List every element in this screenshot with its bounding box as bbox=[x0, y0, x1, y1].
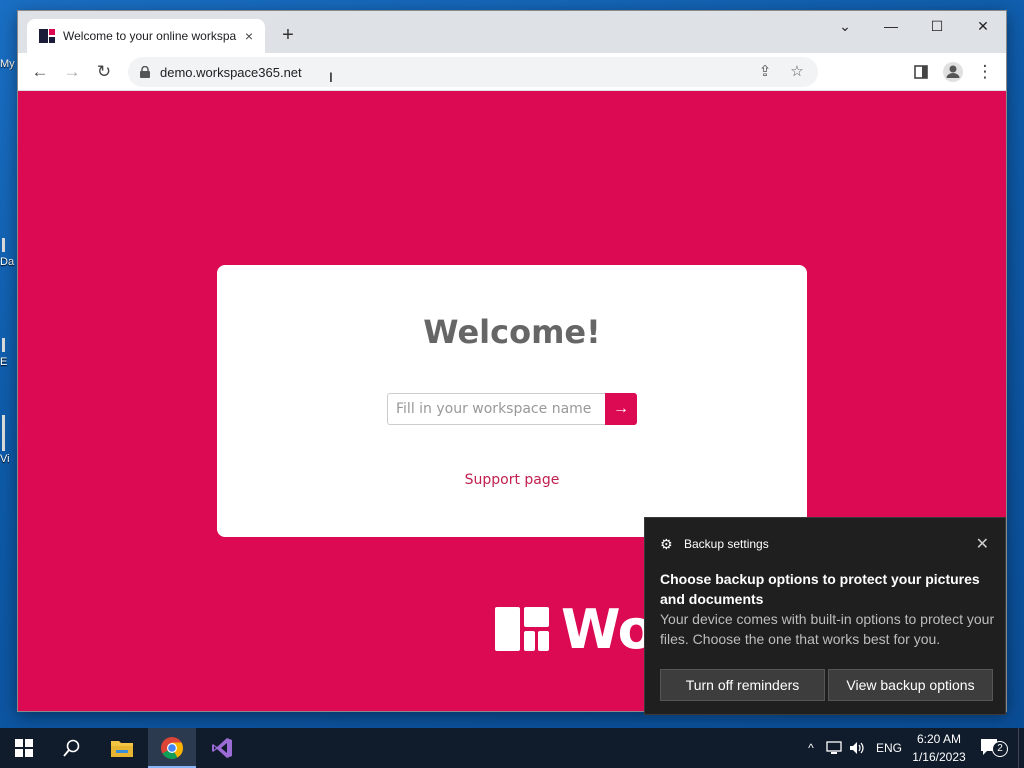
workspace365-logo: Wo bbox=[495, 598, 655, 661]
tab-close-icon[interactable]: × bbox=[241, 28, 257, 44]
notification-count-badge: 2 bbox=[992, 741, 1008, 757]
desktop-icon-label: E bbox=[0, 356, 8, 368]
chevron-up-icon[interactable]: ^ bbox=[803, 728, 819, 768]
desktop-icon-label: Da bbox=[0, 256, 15, 268]
menu-icon[interactable]: ⋮ bbox=[972, 59, 998, 85]
desktop-icon-e[interactable]: E bbox=[0, 338, 18, 368]
lock-icon bbox=[140, 65, 150, 78]
volume-icon[interactable] bbox=[849, 728, 867, 768]
close-window-button[interactable]: ✕ bbox=[960, 11, 1006, 41]
profile-icon[interactable] bbox=[940, 59, 966, 85]
visual-studio-icon[interactable] bbox=[198, 728, 246, 768]
chrome-taskbar-icon[interactable] bbox=[148, 728, 196, 768]
toast-header: ⚙ Backup settings bbox=[660, 537, 769, 551]
forward-button[interactable]: → bbox=[59, 59, 85, 85]
network-icon[interactable] bbox=[826, 728, 844, 768]
gear-icon: ⚙ bbox=[660, 536, 673, 552]
turn-off-reminders-button[interactable]: Turn off reminders bbox=[660, 669, 825, 701]
workspace-favicon-icon bbox=[39, 28, 55, 44]
tab-strip: Welcome to your online workspa × + ⌄ — ☐… bbox=[18, 11, 1006, 53]
logo-text: Wo bbox=[561, 597, 655, 661]
clock-date: 1/16/2023 bbox=[912, 750, 966, 764]
taskbar: ^ ENG 6:20 AM 1/16/2023 2 bbox=[0, 728, 1024, 768]
text-cursor-icon: I bbox=[329, 69, 333, 85]
tab-active[interactable]: Welcome to your online workspa × bbox=[27, 19, 265, 53]
start-button[interactable] bbox=[0, 728, 48, 768]
clock[interactable]: 6:20 AM 1/16/2023 bbox=[908, 730, 970, 766]
star-icon[interactable]: ☆ bbox=[786, 61, 808, 83]
minimize-button[interactable]: — bbox=[868, 11, 914, 41]
desktop-icon-vi[interactable]: Vi bbox=[0, 415, 18, 465]
address-bar[interactable]: demo.workspace365.net ⇪ ☆ bbox=[128, 57, 818, 87]
desktop-icon-label: Vi bbox=[0, 453, 10, 465]
maximize-button[interactable]: ☐ bbox=[914, 11, 960, 41]
back-button[interactable]: ← bbox=[27, 59, 53, 85]
backup-toast: ⚙ Backup settings ✕ Choose backup option… bbox=[644, 517, 1006, 715]
view-backup-options-button[interactable]: View backup options bbox=[828, 669, 993, 701]
new-tab-button[interactable]: + bbox=[276, 24, 300, 48]
go-arrow-button[interactable]: → bbox=[605, 393, 637, 425]
reload-button[interactable]: ↻ bbox=[91, 59, 117, 85]
tab-search-icon[interactable]: ⌄ bbox=[822, 11, 868, 41]
toast-body: Your device comes with built-in options … bbox=[660, 611, 995, 647]
show-desktop-button[interactable] bbox=[1018, 728, 1024, 768]
file-explorer-icon[interactable] bbox=[98, 728, 146, 768]
search-icon[interactable] bbox=[48, 728, 96, 768]
clock-time: 6:20 AM bbox=[916, 732, 962, 746]
workspace-name-input[interactable] bbox=[387, 393, 605, 425]
share-icon[interactable]: ⇪ bbox=[754, 61, 776, 83]
welcome-card: Welcome! → Support page bbox=[217, 265, 807, 537]
support-page-link[interactable]: Support page bbox=[217, 472, 807, 488]
action-center-icon[interactable]: 2 bbox=[980, 728, 1008, 768]
toast-app-name: Backup settings bbox=[684, 537, 769, 551]
browser-toolbar: ← → ↻ demo.workspace365.net ⇪ ☆ ⋮ bbox=[18, 53, 1006, 91]
desktop-icon-label: My bbox=[0, 58, 15, 70]
page-title: Welcome! bbox=[423, 313, 601, 351]
toast-close-icon[interactable]: ✕ bbox=[976, 534, 989, 554]
toast-title: Choose backup options to protect your pi… bbox=[660, 571, 980, 607]
file-icon bbox=[2, 238, 16, 256]
desktop-icon-da[interactable]: Da bbox=[0, 238, 18, 268]
logo-mark-icon bbox=[495, 607, 551, 651]
language-indicator[interactable]: ENG bbox=[876, 728, 902, 768]
url-text: demo.workspace365.net bbox=[160, 65, 302, 80]
file-icon bbox=[2, 338, 16, 356]
tab-title: Welcome to your online workspa bbox=[63, 29, 237, 43]
desktop-icon-my[interactable]: My bbox=[0, 58, 18, 70]
sidepanel-icon[interactable] bbox=[908, 59, 934, 85]
file-icon bbox=[2, 415, 16, 453]
